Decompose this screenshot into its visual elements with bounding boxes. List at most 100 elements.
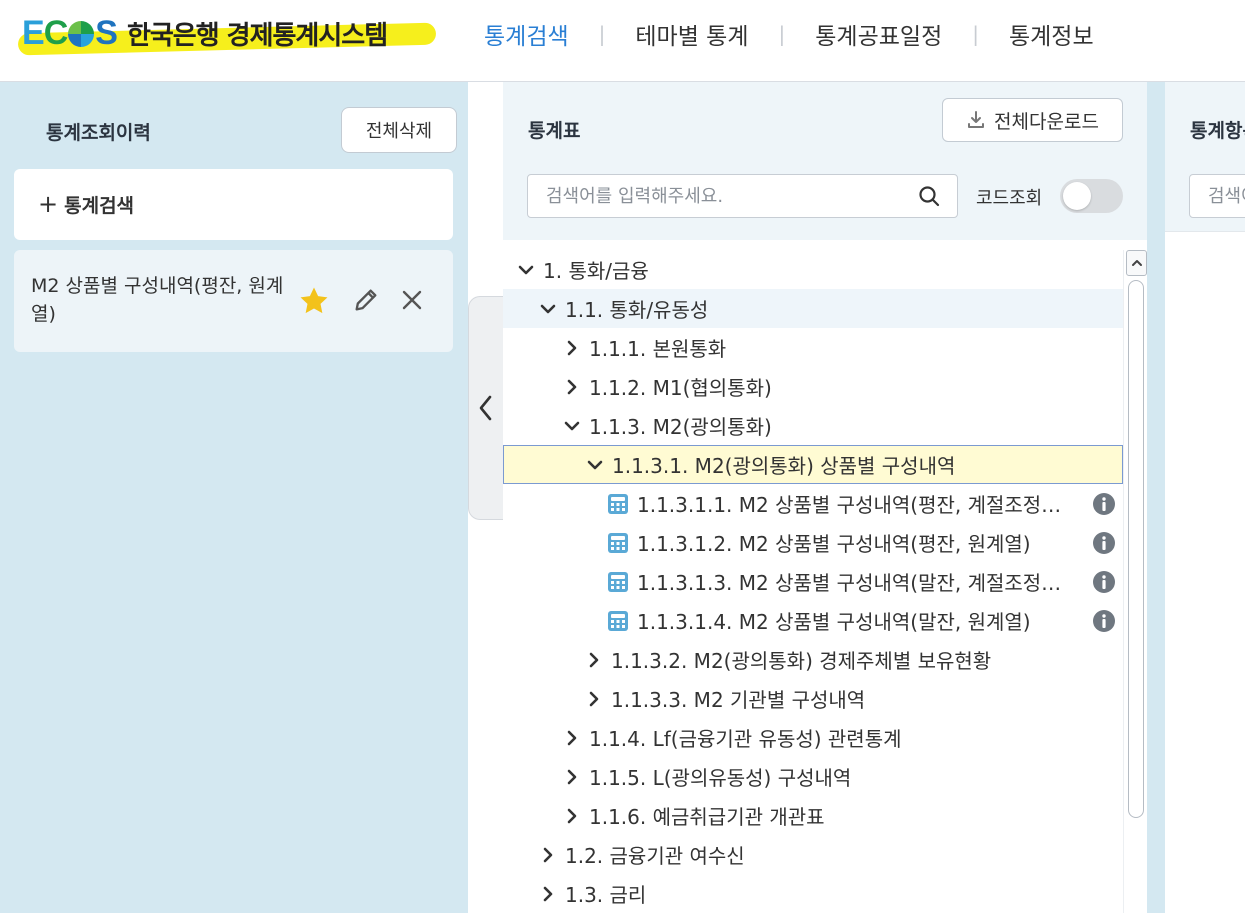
download-all-button[interactable]: 전체다운로드 <box>942 98 1123 142</box>
tree-item-text: 1.1. 통화/유동성 <box>565 298 709 322</box>
tree-category-item[interactable]: 1.1.3. M2(광의통화) <box>503 406 1123 445</box>
tree-item-label: 1.1.3.1.1. M2 상품별 구성내역(평잔, 계절조정… <box>637 489 1061 518</box>
chevron-down-icon[interactable] <box>539 300 557 318</box>
tree-category-item[interactable]: 1. 통화/금융 <box>503 250 1123 289</box>
panel-divider <box>1147 82 1165 913</box>
tree-category-item[interactable]: 1.1. 통화/유동성 <box>503 289 1123 328</box>
tree-category-item[interactable]: 1.1.3.3. M2 기관별 구성내역 <box>503 679 1123 718</box>
top-header: ECS 한국은행 경제통계시스템 통계검색 | 테마별 통계 | 통계공표일정 … <box>0 0 1245 82</box>
tree-category-item[interactable]: 1.1.5. L(광의유동성) 구성내역 <box>503 757 1123 796</box>
tree-item-text: 1.1.3.3. M2 기관별 구성내역 <box>611 688 866 712</box>
items-search-box <box>1189 174 1245 218</box>
info-icon[interactable] <box>1092 570 1116 594</box>
info-icon[interactable] <box>1092 492 1116 516</box>
tree-scrollbar[interactable] <box>1123 250 1147 913</box>
tree-category-item[interactable]: 1.1.2. M1(협의통화) <box>503 367 1123 406</box>
tree-table-item[interactable]: 1.1.3.1.2. M2 상품별 구성내역(평잔, 원계열) <box>503 523 1123 562</box>
scroll-up-button[interactable] <box>1126 250 1147 276</box>
tree-table-item[interactable]: 1.1.3.1.1. M2 상품별 구성내역(평잔, 계절조정… <box>503 484 1123 523</box>
tree-item-text: 1.1.3.1.1. M2 상품별 구성내역(평잔, 계절조정… <box>637 493 1062 517</box>
chevron-down-icon[interactable] <box>517 261 535 279</box>
stat-search-box <box>527 174 958 218</box>
info-icon[interactable] <box>1092 609 1116 633</box>
tree-category-item[interactable]: 1.1.6. 예금취급기관 개관표 <box>503 796 1123 835</box>
info-icon[interactable] <box>1092 531 1116 555</box>
download-all-label: 전체다운로드 <box>994 110 1099 133</box>
nav-divider: | <box>778 22 786 46</box>
download-icon <box>968 111 985 128</box>
ecos-globe-icon <box>68 21 95 47</box>
tree-table-item[interactable]: 1.1.3.1.4. M2 상품별 구성내역(말잔, 원계열) <box>503 601 1123 640</box>
chevron-right-icon[interactable] <box>539 846 557 864</box>
ecos-logo-word: ECS <box>22 13 118 52</box>
chevron-right-icon[interactable] <box>585 651 603 669</box>
history-panel-title: 통계조회이력 <box>46 122 151 144</box>
tree-item-label: 1.1.6. 예금취급기관 개관표 <box>589 801 825 830</box>
tree-category-item[interactable]: 1.1.1. 본원통화 <box>503 328 1123 367</box>
tree-item-text: 1.2. 금융기관 여수신 <box>565 844 745 868</box>
table-icon <box>608 493 628 514</box>
tree-item-text: 1.1.4. Lf(금융기관 유동성) 관련통계 <box>589 727 902 751</box>
tree-item-label: 1.1. 통화/유동성 <box>565 294 708 323</box>
tree-category-item[interactable]: 1.1.3.1. M2(광의통화) 상품별 구성내역 <box>503 445 1123 484</box>
table-icon <box>608 610 628 631</box>
plus-icon: + <box>38 189 59 218</box>
tree-category-item[interactable]: 1.3. 금리 <box>503 874 1123 913</box>
stat-items-panel-header: 통계항목 <box>1165 82 1245 232</box>
clear-all-button[interactable]: 전체삭제 <box>341 107 457 153</box>
main-nav: 통계검색 | 테마별 통계 | 통계공표일정 | 통계정보 <box>484 14 1094 54</box>
chevron-down-icon[interactable] <box>563 417 581 435</box>
tree-item-label: 1.1.4. Lf(금융기관 유동성) 관련통계 <box>589 723 902 752</box>
history-item-title: M2 상품별 구성내역(평잔, 원계열) <box>31 275 284 325</box>
tree-item-label: 1.1.3.1.2. M2 상품별 구성내역(평잔, 원계열) <box>637 528 1031 557</box>
tree-item-label: 1. 통화/금융 <box>543 255 649 284</box>
chevron-right-icon[interactable] <box>563 339 581 357</box>
tree-table-item[interactable]: 1.1.3.1.3. M2 상품별 구성내역(말잔, 계절조정… <box>503 562 1123 601</box>
stat-table-panel-title: 통계표 <box>528 120 581 142</box>
tree-category-item[interactable]: 1.1.4. Lf(금융기관 유동성) 관련통계 <box>503 718 1123 757</box>
code-lookup-toggle[interactable] <box>1060 179 1123 213</box>
close-icon[interactable] <box>400 288 424 312</box>
add-stat-search-button[interactable]: + 통계검색 <box>14 169 453 240</box>
tree-item-label: 1.1.3. M2(광의통화) <box>589 411 772 440</box>
tree-item-text: 1.1.3.1.2. M2 상품별 구성내역(평잔, 원계열) <box>637 532 1031 556</box>
tree-item-text: 1.1.3.1. M2(광의통화) 상품별 구성내역 <box>612 454 956 478</box>
collapse-panel-button[interactable] <box>468 296 503 520</box>
stat-search-input[interactable] <box>528 175 917 217</box>
tree-item-label: 1.3. 금리 <box>565 879 646 908</box>
chevron-right-icon[interactable] <box>539 885 557 903</box>
chevron-right-icon[interactable] <box>563 378 581 396</box>
chevron-down-icon[interactable] <box>586 456 604 474</box>
chevron-right-icon[interactable] <box>563 768 581 786</box>
site-title: 한국은행 경제통계시스템 <box>126 20 388 51</box>
history-item[interactable]: M2 상품별 구성내역(평잔, 원계열) <box>14 250 453 352</box>
chevron-left-icon <box>479 395 492 421</box>
tree-item-text: 1.3. 금리 <box>565 883 647 907</box>
tree-category-item[interactable]: 1.2. 금융기관 여수신 <box>503 835 1123 874</box>
tree-item-label: 1.1.3.1. M2(광의통화) 상품별 구성내역 <box>612 450 955 479</box>
tree-item-text: 1.1.3. M2(광의통화) <box>589 415 772 439</box>
tree-category-item[interactable]: 1.1.3.2. M2(광의통화) 경제주체별 보유현황 <box>503 640 1123 679</box>
tree-item-text: 1.1.1. 본원통화 <box>589 337 727 361</box>
chevron-right-icon[interactable] <box>585 690 603 708</box>
tree-item-text: 1.1.2. M1(협의통화) <box>589 376 772 400</box>
tree-item-label: 1.1.1. 본원통화 <box>589 333 726 362</box>
items-search-input[interactable] <box>1190 175 1245 217</box>
nav-divider: | <box>972 22 979 46</box>
stat-items-panel-title: 통계항목 <box>1190 120 1245 142</box>
tree-item-text: 1.1.3.2. M2(광의통화) 경제주체별 보유현황 <box>611 649 992 673</box>
stat-items-panel: 통계항목 <box>1165 82 1245 913</box>
tree-item-text: 1.1.3.1.3. M2 상품별 구성내역(말잔, 계절조정… <box>637 571 1062 595</box>
nav-release-schedule[interactable]: 통계공표일정 <box>815 17 942 51</box>
chevron-right-icon[interactable] <box>563 807 581 825</box>
pencil-icon[interactable] <box>352 286 380 314</box>
nav-stat-info[interactable]: 통계정보 <box>1009 17 1094 51</box>
chevron-right-icon[interactable] <box>563 729 581 747</box>
nav-theme-stats[interactable]: 테마별 통계 <box>635 17 748 51</box>
tree-item-text: 1.1.3.1.4. M2 상품별 구성내역(말잔, 원계열) <box>637 610 1031 634</box>
site-logo[interactable]: ECS 한국은행 경제통계시스템 <box>22 10 388 56</box>
scrollbar-thumb[interactable] <box>1128 280 1144 818</box>
star-icon[interactable] <box>297 284 331 318</box>
search-icon[interactable] <box>917 184 941 208</box>
nav-stat-search[interactable]: 통계검색 <box>484 17 569 51</box>
